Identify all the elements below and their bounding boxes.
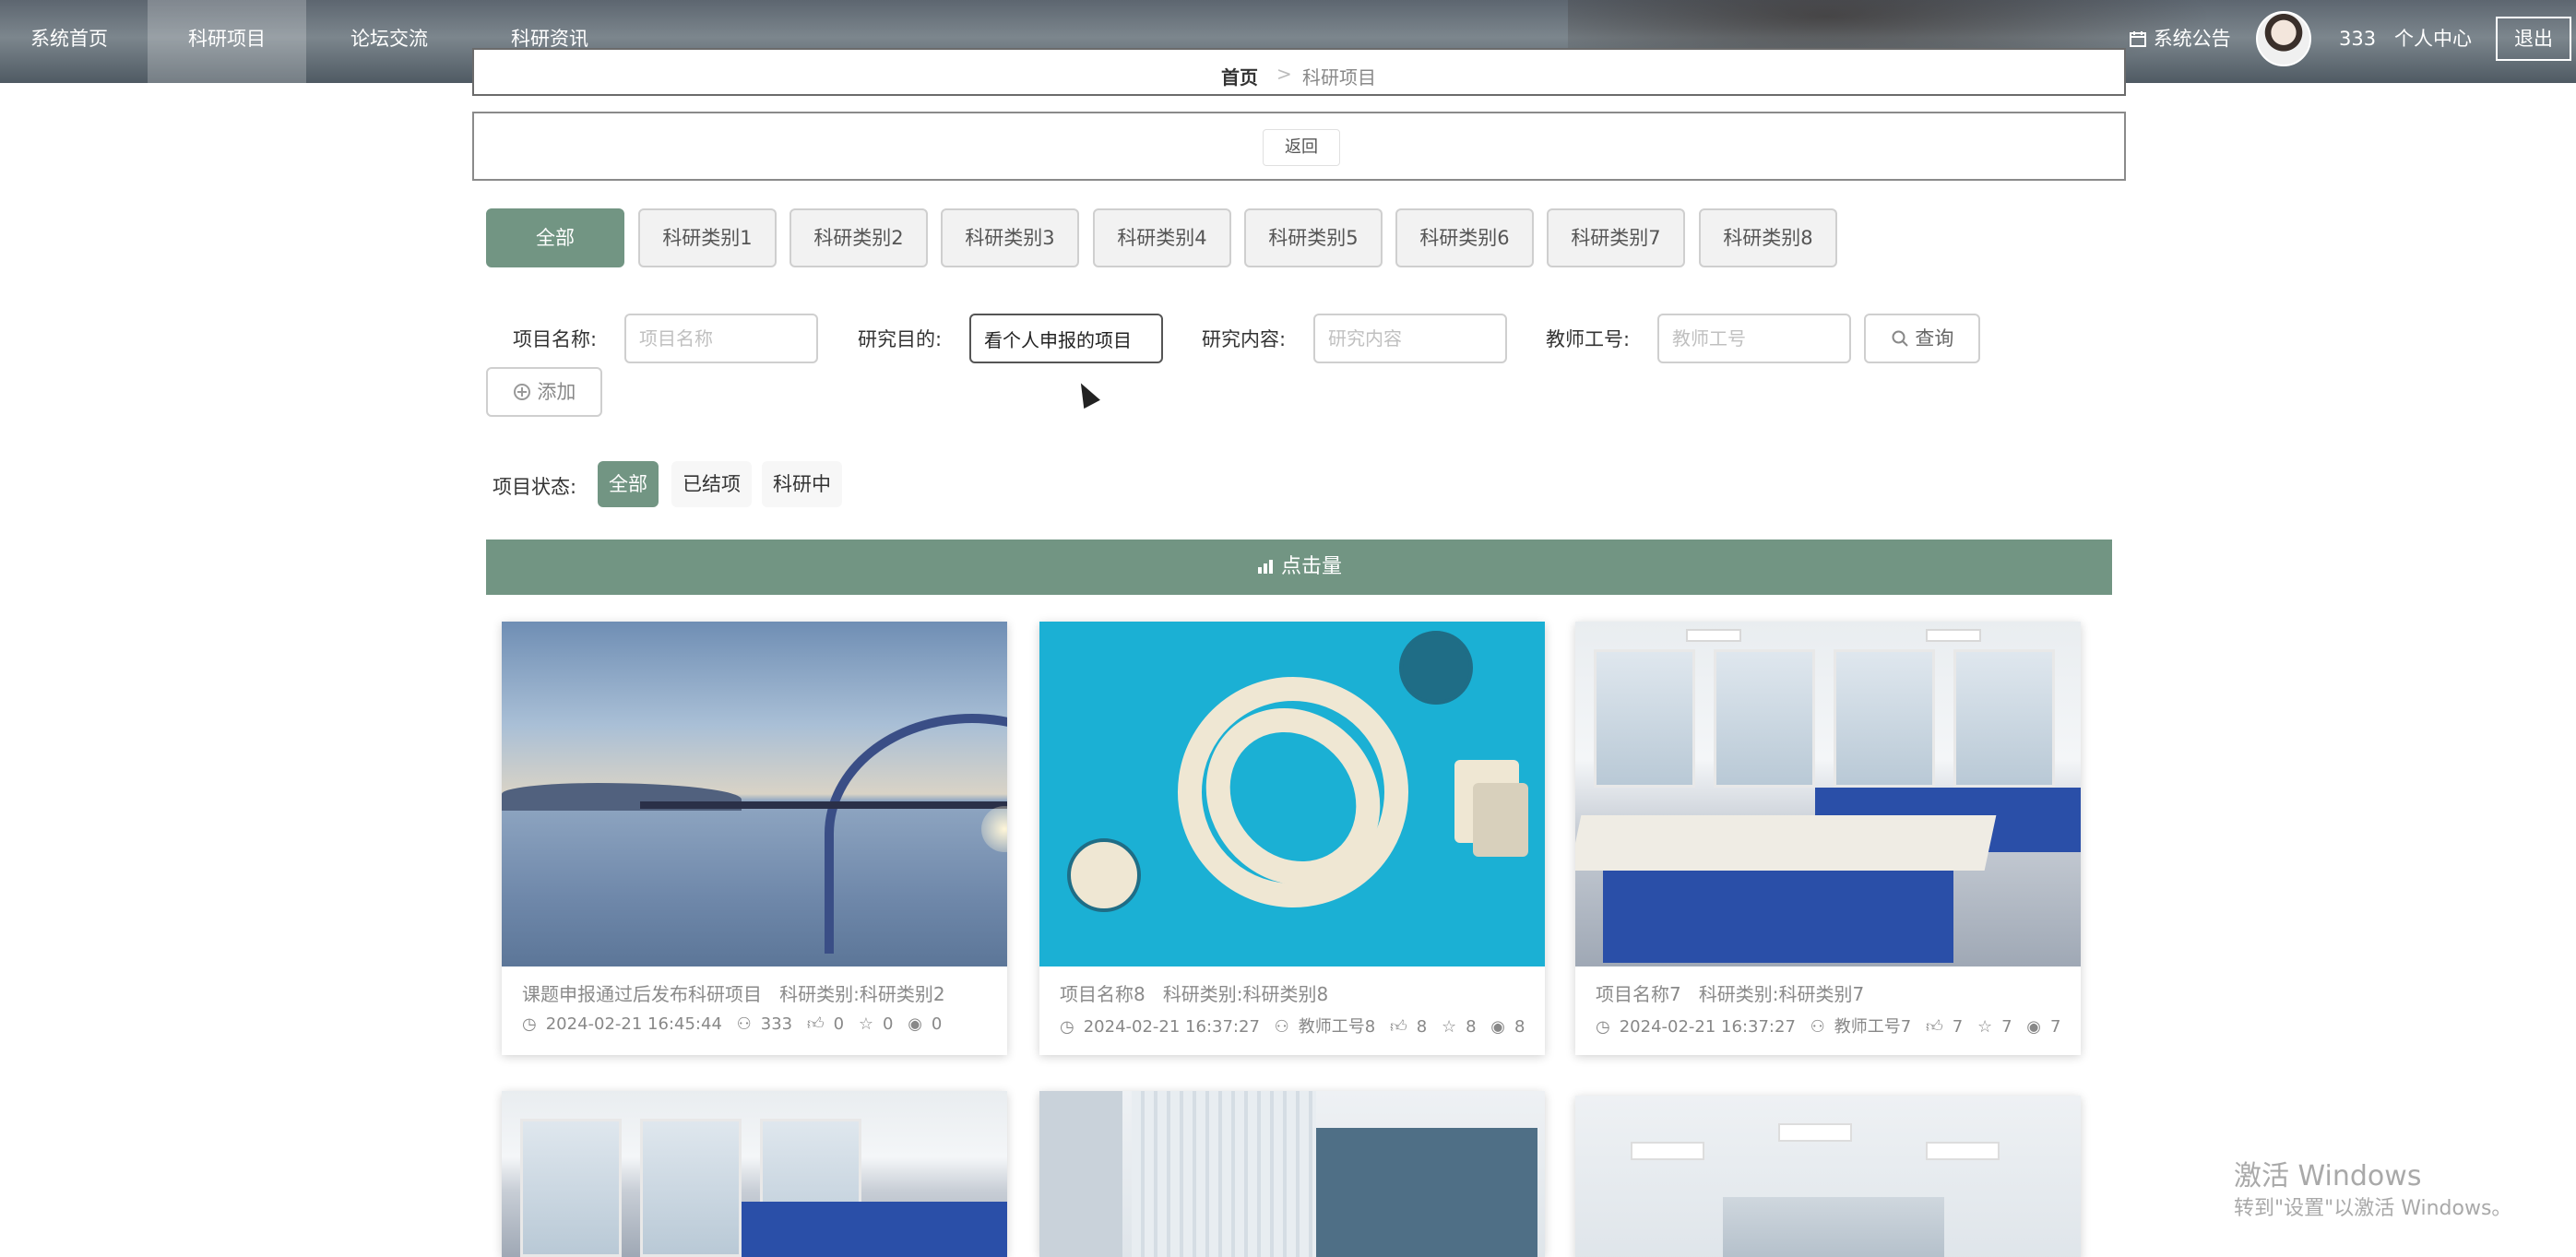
add-button[interactable]: 添加 [486,367,602,417]
eye-icon: ◉ [2026,1017,2041,1037]
nav-forum[interactable]: 论坛交流 [310,0,469,83]
thumbs-up-icon: 👍︎ [1925,1017,1943,1037]
status-in-progress[interactable]: 科研中 [762,461,842,507]
project-card[interactable]: 课题申报通过后发布科研项目 科研类别:科研类别2 ◷ 2024-02-21 16:… [502,622,1007,1055]
breadcrumb-separator: > [1276,63,1292,85]
category-all[interactable]: 全部 [486,208,624,267]
sort-label: 点击量 [1280,555,1342,578]
card-info: 项目名称7 科研类别:科研类别7 ◷ 2024-02-21 16:37:27 ⚇ 教… [1575,966,2081,1055]
windows-activation-hint: 转到"设置"以激活 Windows。 [2234,1197,2512,1220]
card-info: 课题申报通过后发布科研项目 科研类别:科研类别2 ◷ 2024-02-21 16:… [502,966,1007,1055]
card-title: 项目名称7 科研类别:科研类别7 [1596,983,1865,1005]
project-card[interactable] [1575,1096,2081,1257]
status-completed[interactable]: 已结项 [671,461,752,507]
username: 333 [2339,28,2377,50]
category-5[interactable]: 科研类别5 [1244,208,1383,267]
back-bar: 返回 [472,112,2126,181]
card-title: 课题申报通过后发布科研项目 科研类别:科研类别2 [522,983,945,1005]
logout-button[interactable]: 退出 [2496,17,2571,61]
project-card[interactable] [1039,1091,1545,1257]
calendar-icon [2129,0,2147,77]
card-meta: ◷ 2024-02-21 16:37:27 ⚇ 教师工号8 👍︎ 8 ☆ 8 ◉ 8 [1060,1017,1525,1037]
status-label: 项目状态: [493,476,577,498]
project-name-input[interactable] [624,314,818,363]
category-8[interactable]: 科研类别8 [1699,208,1837,267]
category-1[interactable]: 科研类别1 [638,208,777,267]
nav-home[interactable]: 系统首页 [0,0,138,83]
breadcrumb: 首页 > 科研项目 [472,48,2126,96]
project-card[interactable]: 项目名称8 科研类别:科研类别8 ◷ 2024-02-21 16:37:27 ⚇ 教… [1039,622,1545,1055]
mouse-cursor-icon [1073,378,1100,409]
project-image-science [1039,622,1545,966]
content-label: 研究内容: [1202,328,1287,350]
nav-research-projects[interactable]: 科研项目 [148,0,306,83]
thumbs-up-icon: 👍︎ [1389,1017,1407,1037]
back-button[interactable]: 返回 [1263,129,1340,166]
purpose-label: 研究目的: [858,328,943,350]
project-name-label: 项目名称: [513,328,598,350]
card-meta: ◷ 2024-02-21 16:45:44 ⚇ 333 👍︎ 0 ☆ 0 ◉ 0 [522,1014,943,1034]
search-icon [1891,315,1909,362]
teacher-id-input[interactable] [1657,314,1851,363]
eye-icon: ◉ [1490,1017,1505,1037]
user-icon: ⚇ [1274,1017,1289,1037]
avatar[interactable] [2256,11,2311,66]
content-input[interactable] [1313,314,1507,363]
project-image-bridge [502,622,1007,966]
project-card[interactable]: 项目名称7 科研类别:科研类别7 ◷ 2024-02-21 16:37:27 ⚇ 教… [1575,622,2081,1055]
clock-icon: ◷ [1060,1017,1074,1037]
plus-circle-icon [513,369,531,415]
eye-icon: ◉ [908,1014,922,1034]
status-all[interactable]: 全部 [598,461,659,507]
thumbs-up-icon: 👍︎ [806,1014,825,1034]
category-7[interactable]: 科研类别7 [1547,208,1685,267]
card-info: 项目名称8 科研类别:科研类别8 ◷ 2024-02-21 16:37:27 ⚇ 教… [1039,966,1545,1055]
user-icon: ⚇ [1810,1017,1825,1037]
star-icon: ☆ [858,1014,873,1034]
add-button-label: 添加 [537,381,576,403]
windows-activation-title: 激活 Windows [2234,1160,2422,1192]
project-image-lab [1575,622,2081,966]
search-button[interactable]: 查询 [1864,314,1980,363]
notice-label: 系统公告 [2153,28,2231,50]
teacher-id-label: 教师工号: [1546,328,1631,350]
personal-center-link[interactable]: 个人中心 [2394,0,2472,77]
breadcrumb-current: 科研项目 [1302,66,1376,89]
breadcrumb-home[interactable]: 首页 [1221,63,1258,89]
star-icon: ☆ [1441,1017,1457,1037]
category-3[interactable]: 科研类别3 [941,208,1079,267]
user-icon: ⚇ [736,1014,752,1034]
chart-icon [1256,540,1275,595]
clock-icon: ◷ [1596,1017,1610,1037]
card-title: 项目名称8 科研类别:科研类别8 [1060,983,1329,1005]
sort-by-clicks-bar[interactable]: 点击量 [486,540,2112,595]
category-4[interactable]: 科研类别4 [1093,208,1231,267]
project-card[interactable] [502,1091,1007,1257]
search-button-label: 查询 [1915,327,1954,350]
category-6[interactable]: 科研类别6 [1395,208,1534,267]
clock-icon: ◷ [522,1014,537,1034]
star-icon: ☆ [1977,1017,1993,1037]
notice-link[interactable]: 系统公告 [2129,0,2231,77]
purpose-input[interactable] [969,314,1163,363]
category-2[interactable]: 科研类别2 [789,208,928,267]
card-meta: ◷ 2024-02-21 16:37:27 ⚇ 教师工号7 👍︎ 7 ☆ 7 ◉ 7 [1596,1017,2061,1037]
